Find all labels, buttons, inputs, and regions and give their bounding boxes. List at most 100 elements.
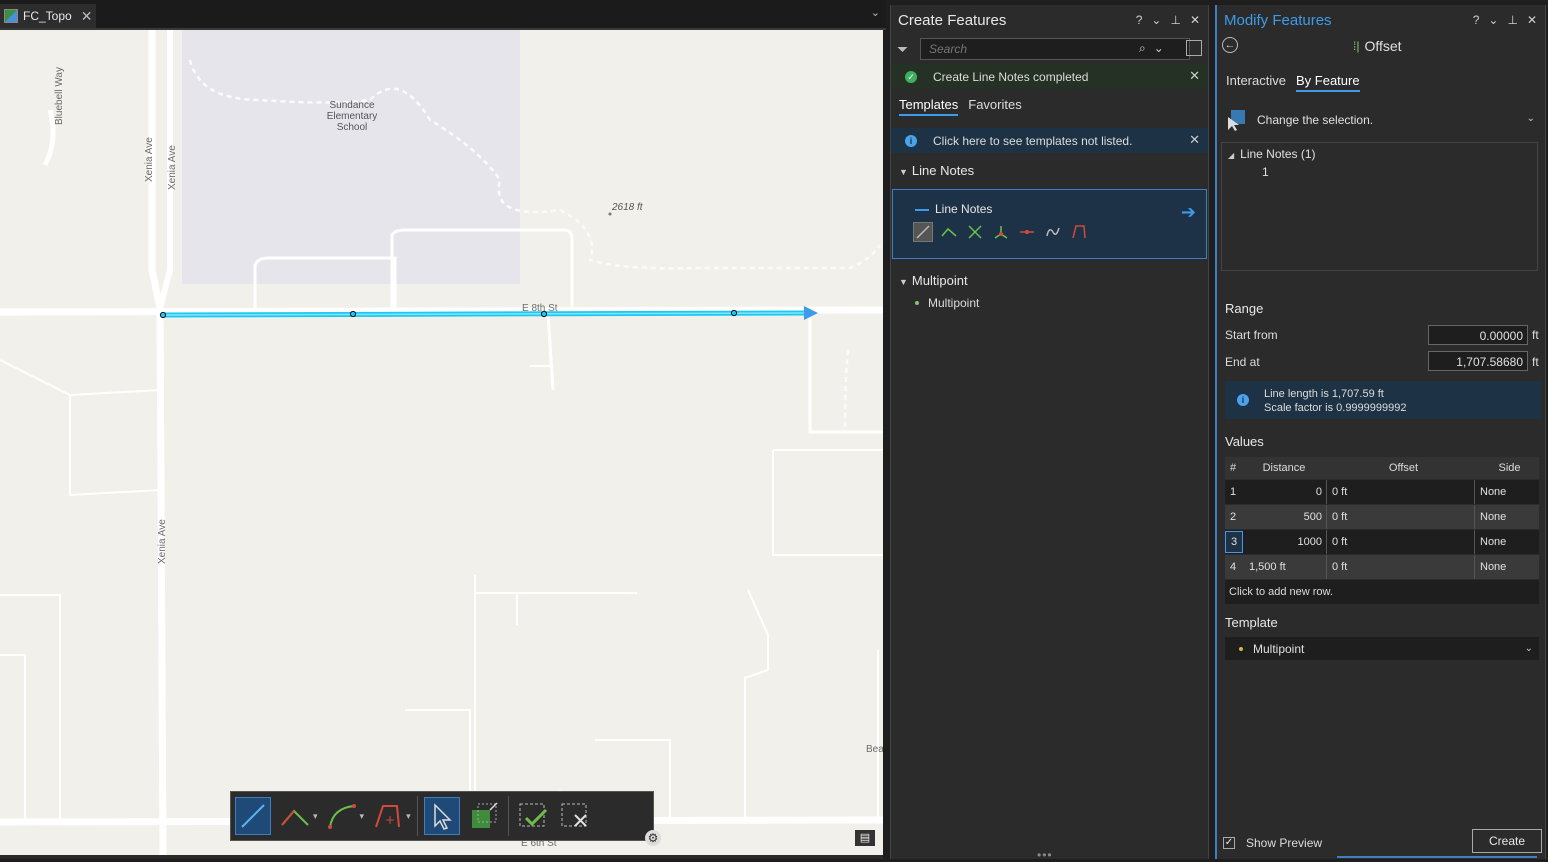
tab-templates[interactable]: Templates	[899, 97, 959, 116]
pane-controls: ? ⌄ ⊥ ✕	[1136, 13, 1200, 27]
tree-node-layer[interactable]: ◢ Line Notes (1)	[1228, 147, 1316, 161]
tool-header: ⁞| Offset	[1353, 38, 1402, 54]
values-table: # Distance Offset Side 1 0 0 ft None 2 5…	[1225, 457, 1539, 604]
chevron-down-icon[interactable]: ⌄	[1154, 41, 1164, 56]
create-button[interactable]: Create	[1472, 829, 1542, 853]
map-tab[interactable]: FC_Topo ✕	[0, 4, 96, 28]
group-header-line-notes[interactable]: ▼ Line Notes	[899, 163, 974, 178]
offset-cell[interactable]: 0 ft	[1327, 480, 1475, 504]
table-header: # Distance Offset Side	[1225, 457, 1539, 479]
scale-factor-text: Scale factor is 0.9999999992	[1264, 402, 1407, 414]
school-label: Sundance Elementary School	[326, 100, 378, 133]
chevron-down-icon: ▼	[899, 277, 908, 287]
template-dropdown[interactable]: Multipoint ⌄	[1225, 637, 1539, 660]
side-cell[interactable]: None	[1475, 561, 1539, 573]
map-view[interactable]: Bluebell Way Xenia Ave Xenia Ave Xenia A…	[0, 30, 883, 855]
expand-triangle-icon[interactable]: ◢	[1228, 151, 1234, 160]
chevron-down-icon: ▼	[899, 167, 908, 177]
distance-cell[interactable]: 500	[1245, 505, 1327, 529]
close-tab-icon[interactable]: ✕	[81, 8, 93, 25]
midpoint-tool[interactable]	[965, 222, 985, 242]
start-from-input[interactable]: 0.00000	[1428, 325, 1528, 345]
arrow-right-icon[interactable]: ➔	[1181, 202, 1196, 223]
line-tool-button[interactable]	[235, 797, 271, 835]
search-controls: ⌕ ⌄	[1139, 41, 1164, 56]
street-label: Xenia Ave	[157, 519, 168, 564]
selection-dropdown[interactable]: Change the selection. ⌄	[1225, 106, 1541, 134]
map-display-icon[interactable]: ▤	[855, 830, 875, 846]
help-icon[interactable]: ?	[1473, 13, 1480, 27]
street-label: Bluebell Way	[54, 67, 65, 125]
add-row-button[interactable]: Click to add new row.	[1225, 580, 1539, 604]
reshape-tool-button[interactable]	[466, 797, 502, 835]
offset-cell[interactable]: 0 ft	[1327, 530, 1475, 554]
trace-tool[interactable]	[1069, 222, 1089, 242]
line-symbol-icon	[915, 209, 929, 211]
tree-node-feature[interactable]: 1	[1262, 165, 1269, 179]
close-icon[interactable]: ✕	[1190, 13, 1200, 27]
row-index: 4	[1230, 561, 1237, 573]
table-row[interactable]: 1 0 0 ft None	[1225, 479, 1539, 504]
chevron-down-icon[interactable]: ⌄	[1527, 113, 1535, 124]
table-row[interactable]: 2 500 0 ft None	[1225, 504, 1539, 529]
search-icon[interactable]: ⌕	[1139, 41, 1146, 56]
side-cell[interactable]: None	[1475, 486, 1539, 498]
row-index: 3	[1225, 531, 1243, 553]
info-icon: i	[1237, 394, 1249, 406]
info-banner[interactable]: i Click here to see templates not listed…	[891, 128, 1208, 153]
chevron-down-icon[interactable]: ⌄	[1525, 643, 1533, 654]
close-icon[interactable]: ✕	[1189, 68, 1200, 84]
distance-cell[interactable]: 1000	[1245, 530, 1327, 554]
side-cell[interactable]: None	[1475, 536, 1539, 548]
modify-features-pane: Modify Features ? ⌄ ⊥ ✕ ← ⁞| Offset Inte…	[1215, 5, 1546, 859]
tab-interactive[interactable]: Interactive	[1226, 73, 1286, 92]
line-tool[interactable]	[913, 222, 933, 242]
discard-button[interactable]	[557, 797, 593, 835]
tab-favorites[interactable]: Favorites	[968, 97, 1021, 116]
back-arrow-icon[interactable]: ←	[1222, 37, 1238, 53]
help-icon[interactable]: ?	[1136, 13, 1143, 27]
select-tool-button[interactable]	[423, 797, 460, 835]
offset-cell[interactable]: 0 ft	[1327, 555, 1475, 579]
finish-button[interactable]	[515, 797, 551, 835]
chevron-down-icon[interactable]: ▾	[313, 811, 318, 822]
manage-templates-icon[interactable]	[1186, 40, 1202, 56]
toolbar-separator	[507, 796, 509, 836]
success-banner: ✓ Create Line Notes completed ✕	[891, 64, 1208, 89]
template-multipoint[interactable]: Multipoint	[915, 296, 979, 310]
freehand-tool[interactable]	[1043, 222, 1063, 242]
close-icon[interactable]: ✕	[1527, 13, 1537, 27]
map-tab-label: FC_Topo	[23, 9, 72, 23]
chevron-down-icon[interactable]: ▾	[360, 811, 365, 822]
pin-icon[interactable]: ⊥	[1507, 13, 1517, 27]
street-label: Xenia Ave	[144, 137, 155, 182]
construction-toolbar: ▾ ▾ + ▾	[230, 791, 654, 841]
right-angle-tool[interactable]	[939, 222, 959, 242]
show-preview-checkbox[interactable]: ✓	[1223, 837, 1235, 849]
chevron-down-icon[interactable]: ⌄	[1488, 13, 1498, 27]
chevron-down-icon[interactable]: ▾	[406, 811, 411, 822]
side-cell[interactable]: None	[1475, 511, 1539, 523]
arc-tool-button[interactable]	[324, 797, 360, 835]
template-line-notes[interactable]: Line Notes ➔	[892, 189, 1207, 259]
endpoint-tool[interactable]	[991, 222, 1011, 242]
end-at-input[interactable]: 1,707.58680	[1428, 351, 1528, 371]
close-icon[interactable]: ✕	[1189, 132, 1200, 148]
distance-cell[interactable]: 0	[1245, 480, 1327, 504]
tab-by-feature[interactable]: By Feature	[1295, 73, 1360, 92]
distance-cell[interactable]: 1,500 ft	[1245, 555, 1327, 579]
distance-tool[interactable]	[1017, 222, 1037, 242]
right-angle-tool-button[interactable]	[277, 797, 313, 835]
table-row[interactable]: 3 1000 0 ft None	[1225, 529, 1539, 554]
offset-cell[interactable]: 0 ft	[1327, 505, 1475, 529]
trace-tool-button[interactable]: +	[370, 797, 406, 835]
resize-grip-icon[interactable]: •••	[1037, 848, 1053, 862]
point-symbol-icon	[1239, 646, 1243, 651]
pin-icon[interactable]: ⊥	[1170, 13, 1180, 27]
chevron-down-icon[interactable]: ⌄	[871, 6, 880, 19]
chevron-down-icon[interactable]: ⌄	[1151, 13, 1161, 27]
filter-icon[interactable]: ⏷	[897, 41, 908, 58]
group-header-multipoint[interactable]: ▼ Multipoint	[899, 273, 968, 288]
gear-icon[interactable]: ⚙	[645, 830, 661, 846]
table-row[interactable]: 4 1,500 ft 0 ft None	[1225, 554, 1539, 579]
